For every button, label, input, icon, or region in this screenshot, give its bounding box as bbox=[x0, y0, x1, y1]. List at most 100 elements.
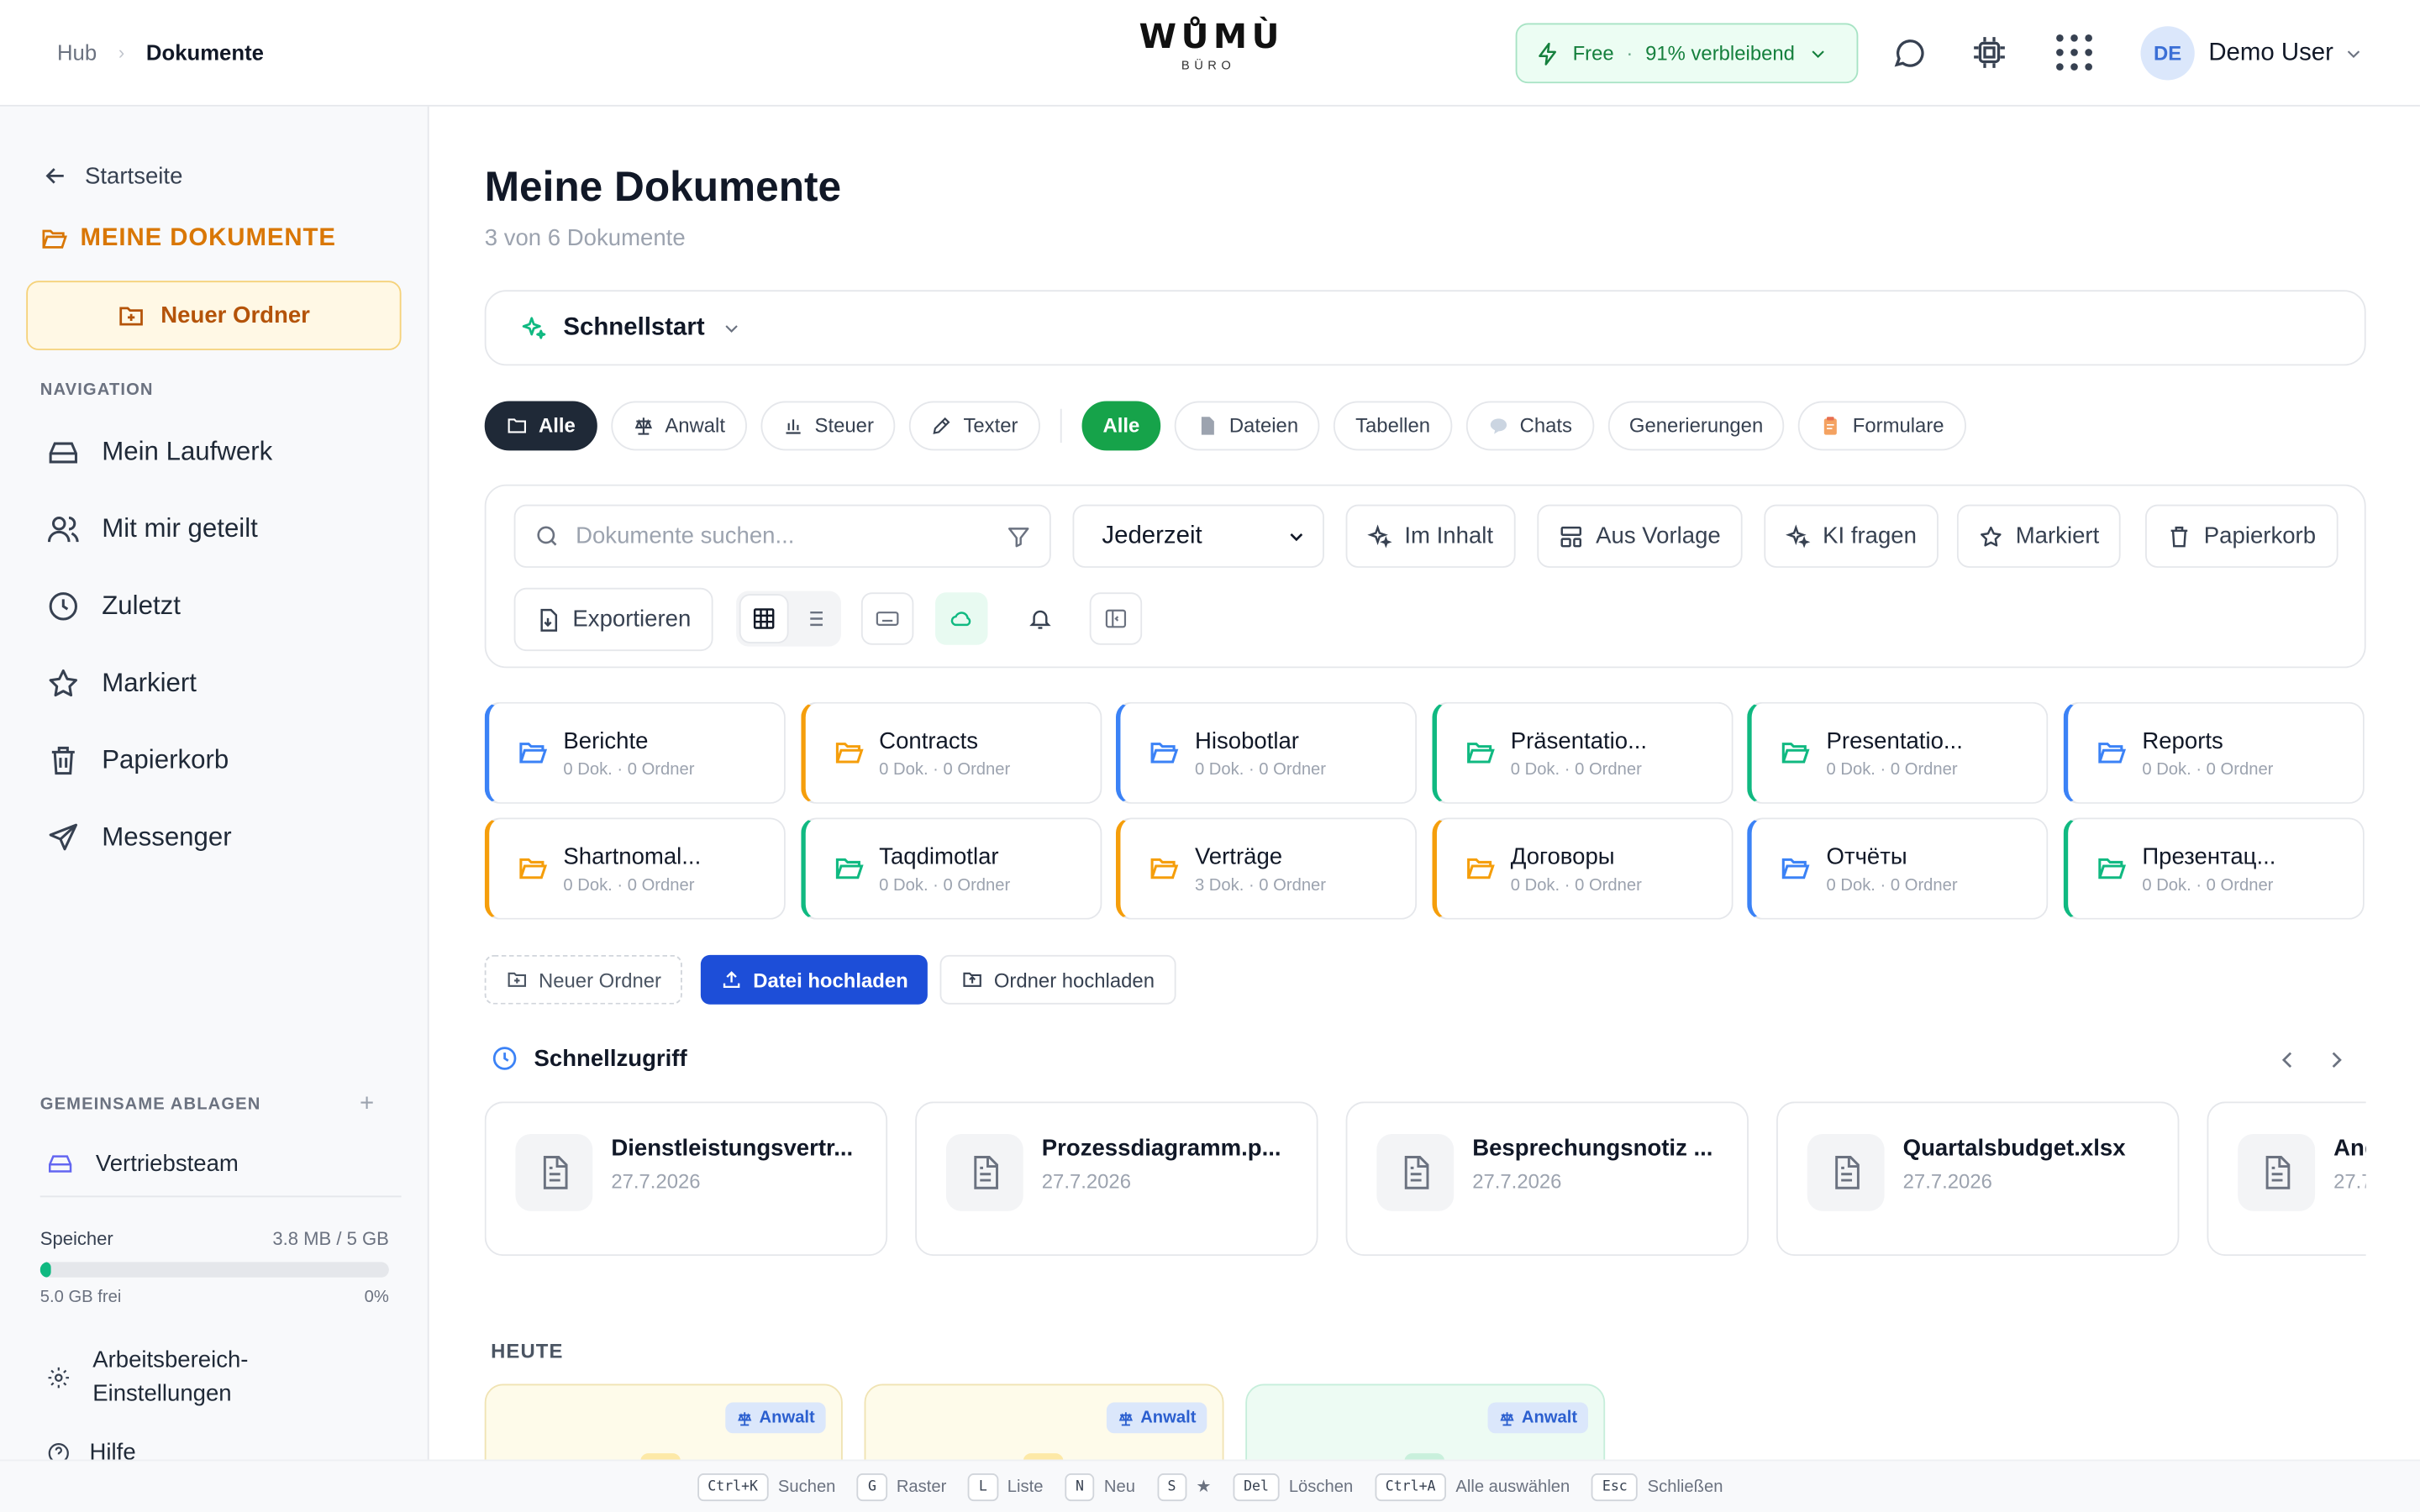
cloud-sync-button[interactable] bbox=[935, 592, 988, 645]
time-filter-select[interactable]: Jederzeit bbox=[1072, 504, 1324, 568]
scale-icon bbox=[634, 417, 652, 434]
send-icon bbox=[49, 823, 77, 851]
upload-folder-button[interactable]: Ordner hochladen bbox=[939, 954, 1176, 1005]
folder-plus-icon bbox=[508, 972, 527, 987]
file-icon bbox=[1807, 1133, 1885, 1211]
scale-icon bbox=[1118, 1411, 1133, 1425]
shortcut-hint: S ★ bbox=[1156, 1473, 1211, 1501]
folder-name: Reports bbox=[2142, 727, 2223, 755]
type-chip-forms[interactable]: Formulare bbox=[1798, 400, 1966, 450]
back-to-home-link[interactable]: Startseite bbox=[42, 162, 183, 190]
plan-separator: · bbox=[1626, 41, 1634, 66]
category-chip-all[interactable]: Alle bbox=[484, 400, 597, 450]
folder-card[interactable]: Taqdimotlar 0 Dok. · 0 Ordner bbox=[800, 817, 1102, 920]
type-chip-generations[interactable]: Generierungen bbox=[1607, 400, 1785, 450]
folder-card[interactable]: Präsentatio... 0 Dok. · 0 Ordner bbox=[1432, 701, 1733, 804]
trash-filter-button[interactable]: Papierkorb bbox=[2145, 504, 2338, 568]
type-chip-chats[interactable]: Chats bbox=[1465, 400, 1594, 450]
clock-icon bbox=[492, 1047, 517, 1070]
trash-icon bbox=[2170, 526, 2188, 547]
nav-item-label: Mein Laufwerk bbox=[102, 436, 273, 466]
type-chip-files[interactable]: Dateien bbox=[1175, 400, 1320, 450]
folder-card[interactable]: Shartnomal... 0 Dok. · 0 Ordner bbox=[484, 817, 786, 920]
starred-filter-button[interactable]: Markiert bbox=[1956, 504, 2121, 568]
app-logo[interactable]: WŮMÙ BÜRO bbox=[1139, 18, 1279, 72]
filter-icon[interactable] bbox=[1007, 524, 1031, 549]
from-template-button[interactable]: Aus Vorlage bbox=[1537, 504, 1743, 568]
user-menu-chevron-icon[interactable] bbox=[2343, 43, 2365, 65]
new-folder-inline-button[interactable]: Neuer Ordner bbox=[484, 954, 683, 1005]
quick-access-card[interactable]: Besprechungsnotiz ... 27.7.2026 bbox=[1345, 1101, 1749, 1257]
type-chip-all[interactable]: Alle bbox=[1081, 400, 1162, 450]
nav-item-trash[interactable]: Papierkorb bbox=[46, 738, 229, 784]
nav-item-my-drive[interactable]: Mein Laufwerk bbox=[46, 429, 272, 475]
ask-ai-button[interactable]: KI fragen bbox=[1764, 504, 1939, 568]
quick-access-card[interactable]: Dienstleistungsvertr... 27.7.2026 bbox=[484, 1101, 888, 1257]
quick-access-card[interactable]: Prozessdiagramm.p... 27.7.2026 bbox=[915, 1101, 1318, 1257]
user-name[interactable]: Demo User bbox=[2208, 40, 2333, 68]
chip-icon[interactable] bbox=[1970, 34, 2007, 71]
category-chip-anwalt[interactable]: Anwalt bbox=[611, 400, 747, 450]
nav-item-recent[interactable]: Zuletzt bbox=[46, 583, 181, 629]
shared-drive-item[interactable]: Vertriebsteam bbox=[46, 1149, 239, 1177]
user-avatar[interactable]: DE bbox=[2140, 26, 2195, 81]
chat-bubble-icon[interactable] bbox=[1891, 34, 1928, 71]
category-chip-texter[interactable]: Texter bbox=[909, 400, 1040, 450]
category-badge: Anwalt bbox=[1487, 1402, 1588, 1434]
pencil-icon bbox=[933, 416, 950, 433]
folder-card[interactable]: Verträge 3 Dok. · 0 Ordner bbox=[1116, 817, 1418, 920]
quick-access-card[interactable]: Ang 27.7. bbox=[2207, 1101, 2366, 1257]
nav-item-messenger[interactable]: Messenger bbox=[46, 815, 232, 861]
workspace-settings-link[interactable]: Arbeitsbereich-Einstellungen bbox=[46, 1344, 324, 1412]
nav-item-label: Markiert bbox=[102, 668, 197, 698]
folder-card[interactable]: Contracts 0 Dok. · 0 Ordner bbox=[800, 701, 1102, 804]
bell-icon bbox=[1029, 610, 1051, 629]
notifications-button[interactable] bbox=[1014, 592, 1066, 644]
shortcut-label: Suchen bbox=[777, 1477, 836, 1496]
toggle-panel-button[interactable] bbox=[1089, 592, 1143, 645]
shortcut-label: Schließen bbox=[1647, 1477, 1723, 1496]
nav-item-shared-with-me[interactable]: Mit mir geteilt bbox=[46, 506, 258, 552]
folder-open-icon bbox=[835, 743, 863, 764]
folder-card[interactable]: Договоры 0 Dok. · 0 Ordner bbox=[1432, 817, 1733, 920]
new-folder-label: Neuer Ordner bbox=[160, 302, 310, 329]
upload-file-button[interactable]: Datei hochladen bbox=[700, 954, 929, 1005]
category-chip-steuer[interactable]: Steuer bbox=[760, 400, 896, 450]
new-folder-button[interactable]: Neuer Ordner bbox=[26, 281, 402, 350]
quickstart-toggle[interactable]: Schnellstart bbox=[484, 290, 2366, 366]
folder-name: Contracts bbox=[879, 727, 979, 755]
folder-card[interactable]: Berichte 0 Dok. · 0 Ordner bbox=[484, 701, 786, 804]
keyboard-shortcuts-button[interactable] bbox=[860, 592, 914, 645]
shortcut-key: Del bbox=[1233, 1473, 1280, 1501]
breadcrumb: Hub › Dokumente bbox=[57, 40, 264, 65]
nav-item-starred[interactable]: Markiert bbox=[46, 660, 197, 706]
folder-card[interactable]: Reports 0 Dok. · 0 Ordner bbox=[2063, 701, 2365, 804]
chevron-right-icon[interactable] bbox=[2323, 1046, 2350, 1074]
export-button[interactable]: Exportieren bbox=[513, 587, 713, 652]
search-input[interactable] bbox=[576, 522, 992, 549]
plan-usage-button[interactable]: Free · 91% verbleibend bbox=[1515, 23, 1859, 84]
sparkles-icon bbox=[1367, 523, 1392, 548]
workspace-settings-label: Arbeitsbereich-Einstellungen bbox=[92, 1347, 249, 1408]
chevron-left-icon[interactable] bbox=[2273, 1046, 2301, 1074]
folder-card[interactable]: Hisobotlar 0 Dok. · 0 Ordner bbox=[1116, 701, 1418, 804]
breadcrumb-current: Dokumente bbox=[145, 39, 264, 66]
apps-grid-icon[interactable] bbox=[2053, 31, 2096, 74]
folder-meta: 0 Dok. · 0 Ordner bbox=[1510, 760, 1642, 780]
folder-card[interactable]: Presentatio... 0 Dok. · 0 Ordner bbox=[1747, 701, 2049, 804]
folder-card[interactable]: Презентац... 0 Dok. · 0 Ordner bbox=[2063, 817, 2365, 920]
file-date: 27.7. bbox=[2333, 1169, 2366, 1193]
add-shared-drive-icon[interactable]: + bbox=[360, 1091, 374, 1119]
grid-view-button[interactable] bbox=[739, 594, 789, 643]
chip-label: Texter bbox=[963, 413, 1018, 437]
folder-meta: 3 Dok. · 0 Ordner bbox=[1194, 876, 1327, 895]
type-chip-tables[interactable]: Tabellen bbox=[1334, 400, 1452, 450]
search-in-content-button[interactable]: Im Inhalt bbox=[1345, 504, 1515, 568]
folder-meta: 0 Dok. · 0 Ordner bbox=[879, 760, 1011, 780]
shortcut-hint: Ctrl+A Alle auswählen bbox=[1374, 1473, 1570, 1501]
breadcrumb-hub[interactable]: Hub bbox=[57, 40, 97, 65]
quick-access-card[interactable]: Quartalsbudget.xlsx 27.7.2026 bbox=[1776, 1101, 2180, 1257]
list-view-button[interactable] bbox=[789, 594, 839, 643]
badge-label: Anwalt bbox=[1521, 1408, 1578, 1427]
folder-card[interactable]: Отчёты 0 Dok. · 0 Ordner bbox=[1747, 817, 2049, 920]
